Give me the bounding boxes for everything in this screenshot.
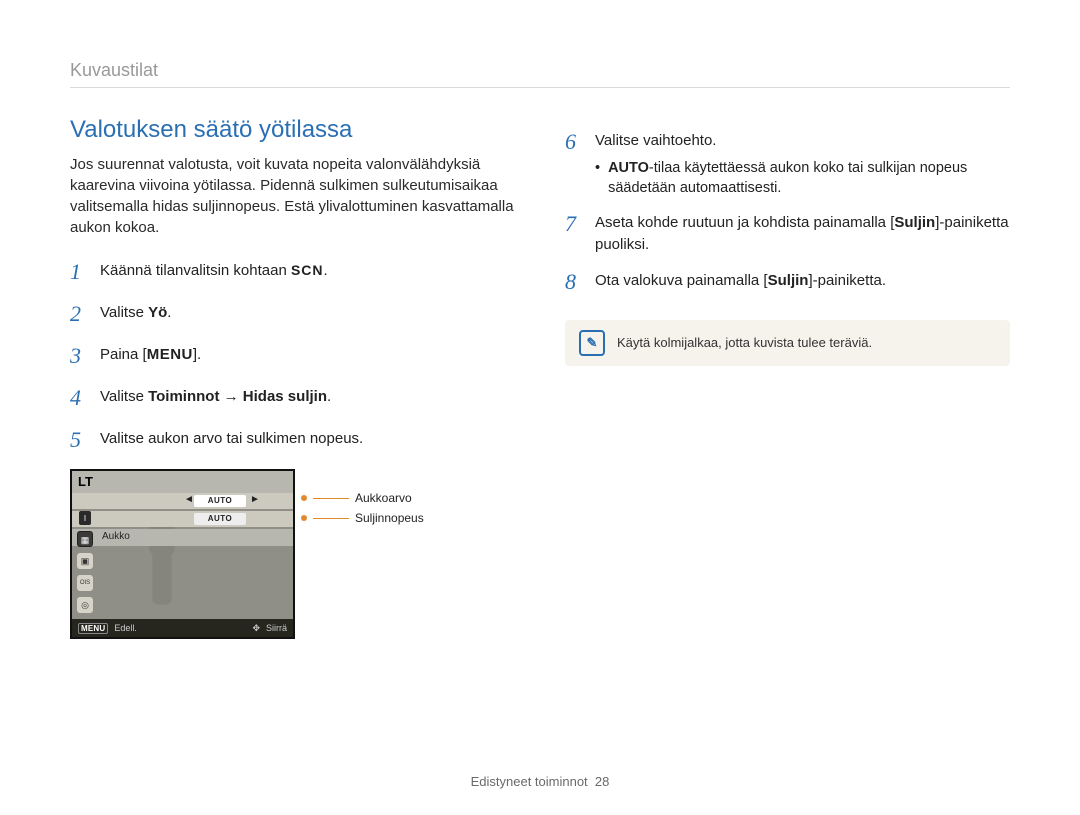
hr-divider — [70, 87, 1010, 88]
step-7-bold: Suljin — [894, 214, 935, 231]
step-num: 3 — [70, 340, 88, 372]
step-2: 2 Valitse Yö. — [70, 298, 515, 330]
step-body: Valitse Toiminnot → Hidas suljin. — [100, 382, 515, 414]
lcd-side-icon-3: ▣ — [77, 553, 93, 569]
callout-aperture: Aukkoarvo — [301, 491, 424, 505]
lcd-side-icon-5: ◎ — [77, 597, 93, 613]
step-8-pre: Ota valokuva painamalla [ — [595, 272, 768, 289]
note-text: Käytä kolmijalkaa, jotta kuvista tulee t… — [617, 335, 872, 350]
footer-text: Edistyneet toiminnot — [471, 774, 588, 789]
step-5: 5 Valitse aukon arvo tai sulkimen nopeus… — [70, 424, 515, 456]
step-8-bold: Suljin — [768, 272, 809, 289]
chevron-left-icon: ◄ — [184, 494, 194, 505]
lcd-row-2 — [72, 511, 293, 527]
step-3-post: ]. — [193, 346, 201, 363]
step-num: 2 — [70, 298, 88, 330]
page-footer: Edistyneet toiminnot 28 — [0, 774, 1080, 789]
step-6-bullet-bold: AUTO — [608, 160, 649, 176]
step-6-bullet: • AUTO-tilaa käytettäessä aukon koko tai… — [595, 158, 1010, 199]
step-body: Valitse vaihtoehto. • AUTO-tilaa käytett… — [595, 126, 1010, 198]
step-8-post: ]-painiketta. — [808, 272, 886, 289]
step-2-pre: Valitse — [100, 304, 148, 321]
intro-text: Jos suurennat valotusta, voit kuvata nop… — [70, 154, 515, 238]
step-3-pre: Paina [ — [100, 346, 147, 363]
step-num: 5 — [70, 424, 88, 456]
scn-glyph: SCN — [291, 262, 324, 278]
diagram-callouts: Aukkoarvo Suljinnopeus — [301, 491, 424, 525]
step-6: 6 Valitse vaihtoehto. • AUTO-tilaa käyte… — [565, 126, 1010, 198]
callout-dot-icon — [301, 495, 307, 501]
step-num: 6 — [565, 126, 583, 198]
lcd-siirra: Siirrä — [266, 623, 287, 633]
step-num: 1 — [70, 256, 88, 288]
lcd-menu-label: MENU — [78, 623, 108, 634]
note-box: ✎ Käytä kolmijalkaa, jotta kuvista tulee… — [565, 320, 1010, 366]
callout-shutter-label: Suljinnopeus — [355, 511, 424, 525]
info-icon: ✎ — [579, 330, 605, 356]
step-1: 1 Käännä tilanvalitsin kohtaan SCN. — [70, 256, 515, 288]
breadcrumb: Kuvaustilat — [70, 60, 1010, 81]
callout-line — [313, 518, 349, 519]
callout-dot-icon — [301, 515, 307, 521]
lcd-screen: LT ◄ AUTO ► AUTO Aukko I ▦ ▣ — [70, 469, 295, 639]
step-6-text: Valitse vaihtoehto. — [595, 130, 1010, 152]
lcd-side-icon-4: OIS — [77, 575, 93, 591]
step-4-pre: Valitse — [100, 388, 148, 405]
step-4: 4 Valitse Toiminnot → Hidas suljin. — [70, 382, 515, 414]
camera-lcd-diagram: LT ◄ AUTO ► AUTO Aukko I ▦ ▣ — [70, 469, 515, 639]
callout-aperture-label: Aukkoarvo — [355, 491, 412, 505]
menu-glyph: MENU — [147, 344, 193, 366]
step-7: 7 Aseta kohde ruutuun ja kohdista painam… — [565, 208, 1010, 256]
step-4-bold2: Hidas suljin — [243, 388, 327, 405]
step-2-post: . — [167, 304, 171, 321]
step-num: 8 — [565, 266, 583, 298]
step-6-bullet-rest: -tilaa käytettäessä aukon koko tai sulki… — [608, 160, 967, 196]
step-7-pre: Aseta kohde ruutuun ja kohdista painamal… — [595, 214, 894, 231]
callout-line — [313, 498, 349, 499]
step-num: 4 — [70, 382, 88, 414]
lcd-auto-2: AUTO — [194, 513, 246, 525]
step-6-bullet-text: AUTO-tilaa käytettäessä aukon koko tai s… — [608, 158, 1010, 199]
step-body: Ota valokuva painamalla [Suljin]-painike… — [595, 266, 1010, 298]
lcd-edell: Edell. — [114, 623, 137, 633]
lcd-auto-selected: AUTO — [194, 495, 246, 507]
step-4-post: . — [327, 388, 331, 405]
step-4-arrow: → — [219, 388, 242, 405]
step-8: 8 Ota valokuva painamalla [Suljin]-paini… — [565, 266, 1010, 298]
step-3: 3 Paina [MENU]. — [70, 340, 515, 372]
bullet-dot-icon: • — [595, 158, 600, 199]
step-body: Valitse Yö. — [100, 298, 515, 330]
page-number: 28 — [595, 774, 609, 789]
step-1-post: . — [324, 262, 328, 279]
step-body: Valitse aukon arvo tai sulkimen nopeus. — [100, 424, 515, 456]
step-2-bold: Yö — [148, 304, 167, 321]
lcd-mode-label: LT — [78, 474, 93, 489]
lcd-topbar — [72, 471, 293, 493]
callout-shutter: Suljinnopeus — [301, 511, 424, 525]
step-body: Käännä tilanvalitsin kohtaan SCN. — [100, 256, 515, 288]
lcd-bottombar: MENU Edell. ✥ Siirrä — [72, 619, 293, 637]
chevron-right-icon: ► — [250, 494, 260, 505]
step-body: Aseta kohde ruutuun ja kohdista painamal… — [595, 208, 1010, 256]
section-title: Valotuksen säätö yötilassa — [70, 116, 515, 144]
lcd-side-icon-1: I — [79, 511, 91, 525]
nav-cross-icon: ✥ — [252, 623, 260, 634]
lcd-aukko-label: Aukko — [102, 531, 130, 542]
step-1-pre: Käännä tilanvalitsin kohtaan — [100, 262, 291, 279]
step-body: Paina [MENU]. — [100, 340, 515, 372]
lcd-side-icon-2: ▦ — [77, 531, 93, 547]
step-num: 7 — [565, 208, 583, 256]
step-4-bold1: Toiminnot — [148, 388, 219, 405]
